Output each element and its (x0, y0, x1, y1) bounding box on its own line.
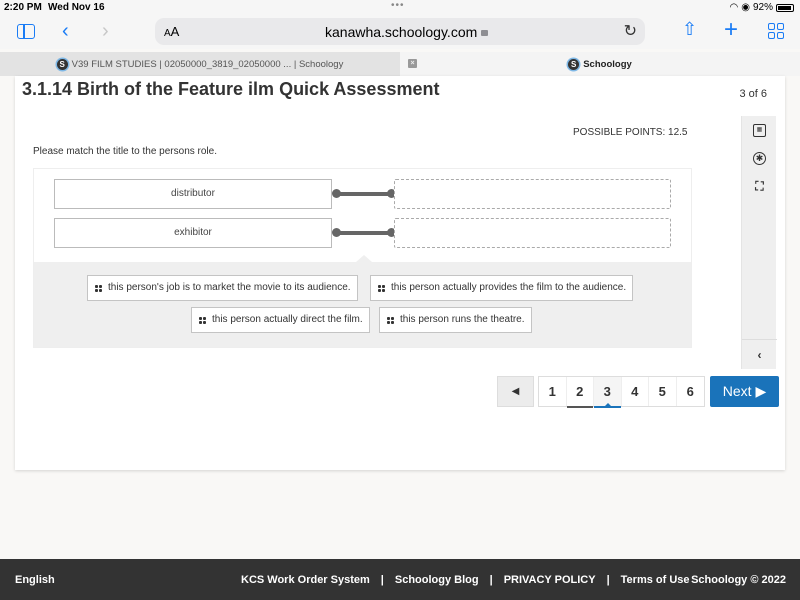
forward-icon[interactable]: › (102, 20, 109, 43)
tab-bar: S V39 FILM STUDIES | 02050000_3819_02050… (0, 52, 800, 76)
page-1-button[interactable]: 1 (539, 377, 567, 406)
answer-bank: this person's job is to market the movie… (34, 255, 691, 347)
multitasking-dots[interactable]: ••• (391, 0, 405, 11)
footer-separator: | (489, 574, 493, 586)
accessibility-icon[interactable]: ✱ (753, 152, 766, 165)
term-exhibitor: exhibitor (54, 218, 332, 248)
next-button[interactable]: Next ▶ (710, 376, 779, 407)
answer-choice[interactable]: this person actually provides the film t… (370, 275, 634, 301)
footer-separator: | (606, 574, 610, 586)
tab-overview-icon[interactable] (768, 23, 784, 39)
connector-line (332, 228, 396, 237)
tools-rail: ▦ ✱ ⛶ ‹ (741, 116, 777, 369)
battery-icon (776, 3, 794, 12)
battery-fill (778, 5, 791, 10)
address-bar[interactable]: AA kanawha.schoology.com ↻ (155, 18, 645, 45)
footer-link-blog[interactable]: Schoology Blog (395, 574, 479, 586)
page-5-button[interactable]: 5 (649, 377, 677, 406)
answer-choice[interactable]: this person actually direct the film. (191, 307, 370, 333)
page-numbers: 1 2 3 4 5 6 (538, 376, 705, 408)
question-counter: 3 of 6 (739, 88, 767, 100)
match-row: exhibitor (54, 218, 674, 248)
lock-icon (481, 30, 489, 36)
page-2-button[interactable]: 2 (566, 377, 594, 408)
page-4-button[interactable]: 4 (621, 377, 649, 406)
answer-text: this person runs the theatre. (400, 314, 525, 325)
term-distributor: distributor (54, 179, 332, 209)
footer-link-work-order[interactable]: KCS Work Order System (241, 574, 370, 586)
drag-handle-icon[interactable] (378, 285, 385, 292)
answer-choice[interactable]: this person's job is to market the movie… (87, 275, 358, 301)
url-text[interactable]: kanawha.schoology.com (325, 24, 489, 40)
answer-text: this person actually direct the film. (212, 314, 363, 325)
previous-question-button[interactable]: ◀ (497, 376, 534, 407)
collapse-rail-button[interactable]: ‹ (742, 339, 777, 369)
answer-choice[interactable]: this person runs the theatre. (379, 307, 532, 333)
answer-text: this person actually provides the film t… (391, 282, 627, 293)
schoology-favicon-icon: S (56, 58, 68, 70)
status-indicators: ◠ ◉ 92% (730, 2, 794, 13)
battery-percent: 92% (752, 2, 773, 13)
tab-label: V39 FILM STUDIES | 02050000_3819_0205000… (71, 58, 344, 70)
drag-handle-icon[interactable] (199, 317, 206, 324)
wifi-icon: ◠ (729, 2, 739, 13)
status-time: 2:20 PM (4, 2, 42, 13)
drop-zone-distributor[interactable] (394, 179, 671, 209)
possible-points: POSSIBLE POINTS: 12.5 (573, 127, 688, 138)
tab-schoology[interactable]: × S Schoology (400, 52, 800, 76)
footer-link-privacy[interactable]: PRIVACY POLICY (504, 574, 596, 586)
footer-links: KCS Work Order System | Schoology Blog |… (241, 574, 690, 586)
drag-handle-icon[interactable] (387, 317, 394, 324)
footer-link-terms[interactable]: Terms of Use (621, 574, 690, 586)
sidebar-toggle-icon[interactable] (17, 24, 35, 39)
footer-separator: | (380, 574, 384, 586)
drop-zone-exhibitor[interactable] (394, 218, 671, 248)
answer-text: this person's job is to market the movie… (108, 282, 351, 293)
new-tab-icon[interactable]: + (724, 16, 738, 44)
calculator-icon[interactable]: ▦ (753, 124, 766, 137)
close-tab-icon[interactable]: × (408, 59, 417, 68)
schoology-favicon-icon: S (568, 58, 580, 70)
text-size-button[interactable]: AA (164, 24, 179, 39)
expand-icon[interactable]: ⛶ (753, 180, 766, 193)
back-icon[interactable]: ‹ (62, 20, 69, 43)
browser-toolbar: ‹ › AA kanawha.schoology.com ↻ ⇧ + (0, 16, 800, 49)
language-selector[interactable]: English (15, 574, 55, 586)
drag-handle-icon[interactable] (95, 285, 102, 292)
status-bar: 2:20 PM Wed Nov 16 ••• ◠ ◉ 92% (0, 0, 800, 16)
connector-line (332, 189, 396, 198)
url-value: kanawha.schoology.com (325, 24, 478, 40)
assessment-card: 3.1.14 Birth of the Feature ilm Quick As… (15, 76, 785, 470)
page-6-button[interactable]: 6 (676, 377, 704, 406)
orientation-lock-icon: ◉ (741, 2, 750, 13)
question-pagination: ◀ 1 2 3 4 5 6 (497, 376, 705, 408)
copyright: Schoology © 2022 (691, 574, 786, 586)
page-title: 3.1.14 Birth of the Feature ilm Quick As… (22, 79, 440, 99)
question-prompt: Please match the title to the persons ro… (33, 146, 217, 157)
tab-film-studies[interactable]: S V39 FILM STUDIES | 02050000_3819_02050… (0, 52, 400, 76)
reload-icon[interactable]: ↻ (624, 21, 637, 41)
share-icon[interactable]: ⇧ (682, 19, 697, 40)
status-date: Wed Nov 16 (48, 2, 105, 13)
tab-label: Schoology (583, 58, 632, 70)
site-footer: English KCS Work Order System | Schoolog… (0, 559, 800, 600)
page-3-button[interactable]: 3 (594, 377, 622, 408)
match-row: distributor (54, 179, 674, 209)
matching-question: distributor exhibitor this person's job … (33, 168, 692, 348)
